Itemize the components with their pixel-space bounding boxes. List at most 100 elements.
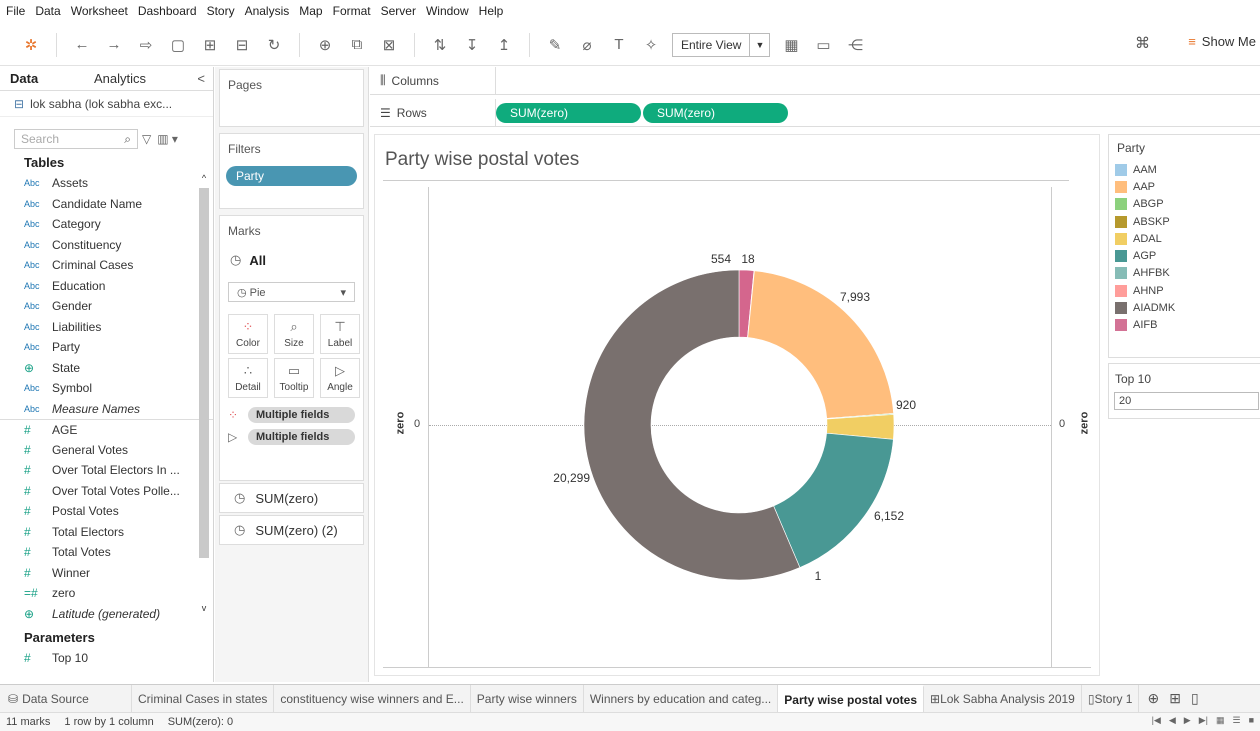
field-candidate-name[interactable]: Abc Candidate Name	[0, 194, 213, 215]
legend-item-aap[interactable]: AAP	[1109, 178, 1260, 195]
menu-item-map[interactable]: Map	[299, 4, 322, 18]
save-icon[interactable]: ▢	[167, 36, 189, 54]
rows-shelf[interactable]: ☰ Rows SUM(zero) SUM(zero)	[370, 98, 1260, 127]
legend-item-ahnp[interactable]: AHNP	[1109, 282, 1260, 299]
field-liabilities[interactable]: Abc Liabilities	[0, 317, 213, 338]
menu-item-format[interactable]: Format	[333, 4, 371, 18]
first-page-icon[interactable]: |◀	[1152, 715, 1161, 726]
field-measure-names[interactable]: Abc Measure Names	[0, 399, 213, 420]
swap-icon[interactable]: ⇅	[429, 36, 451, 54]
tab-analytics[interactable]: Analytics	[70, 71, 187, 86]
parameter-item[interactable]: # Top 10	[0, 648, 213, 669]
field-constituency[interactable]: Abc Constituency	[0, 235, 213, 256]
columns-shelf[interactable]: ⫼ Columns	[370, 66, 1260, 95]
detail-button[interactable]: ∴ Detail	[228, 358, 268, 398]
legend-item-abskp[interactable]: ABSKP	[1109, 213, 1260, 230]
field-category[interactable]: Abc Category	[0, 214, 213, 235]
menu-item-server[interactable]: Server	[381, 4, 416, 18]
pie-slice-aap[interactable]	[747, 270, 894, 419]
list-view-icon[interactable]: ☰	[1232, 715, 1240, 726]
filter-pill-party[interactable]: Party	[226, 166, 357, 186]
field-party[interactable]: Abc Party	[0, 337, 213, 358]
highlight-icon[interactable]: ✎	[544, 36, 566, 54]
field-total-electors[interactable]: # Total Electors	[0, 522, 213, 543]
new-worksheet-icon[interactable]: ⊕	[1147, 690, 1159, 707]
share-icon[interactable]: ⋲	[844, 36, 866, 54]
menu-item-help[interactable]: Help	[479, 4, 504, 18]
field-symbol[interactable]: Abc Symbol	[0, 378, 213, 399]
redo-icon[interactable]: →	[103, 36, 125, 53]
pages-shelf[interactable]: Pages	[219, 69, 364, 127]
next-page-icon[interactable]: ▶	[1184, 715, 1191, 726]
field-gender[interactable]: Abc Gender	[0, 296, 213, 317]
scroll-down-icon[interactable]: v	[199, 603, 209, 613]
rows-pill-sum-zero[interactable]: SUM(zero)	[496, 102, 641, 123]
field-general-votes[interactable]: # General Votes	[0, 440, 213, 461]
legend-item-aiadmk[interactable]: AIADMK	[1109, 299, 1260, 316]
pause-icon[interactable]: ⇨	[135, 36, 157, 54]
field-criminal-cases[interactable]: Abc Criminal Cases	[0, 255, 213, 276]
show-me-button[interactable]: ≡ Show Me	[1188, 34, 1256, 49]
legend-item-aam[interactable]: AAM	[1109, 161, 1260, 178]
sheet-tab[interactable]: Winners by education and categ...	[584, 684, 779, 713]
marks-all-row[interactable]: ◷ All	[220, 246, 363, 274]
mark-type-select[interactable]: ◷ Pie ▾	[228, 282, 355, 302]
refresh-icon[interactable]: ↻	[263, 36, 285, 54]
filmstrip-icon[interactable]: ■	[1249, 715, 1254, 726]
grid-view-icon[interactable]: ▦	[1216, 715, 1225, 726]
color-button[interactable]: ⁘ Color	[228, 314, 268, 354]
datasource-dropdown-icon[interactable]: ⊟	[231, 36, 253, 54]
presentation-icon[interactable]: ▭	[812, 36, 834, 54]
sheet-tab[interactable]: Criminal Cases in states	[132, 684, 275, 713]
color-field-pill[interactable]: ⁘ Multiple fields	[228, 405, 355, 424]
menu-item-dashboard[interactable]: Dashboard	[138, 4, 197, 18]
parameter-input[interactable]: 20	[1114, 392, 1259, 410]
fit-icon[interactable]: ▦	[780, 36, 802, 54]
field-list-scrollbar[interactable]: ^ v	[199, 173, 209, 613]
menu-item-window[interactable]: Window	[426, 4, 469, 18]
sheet-tab[interactable]: ▯ Story 1	[1082, 684, 1140, 713]
filters-shelf[interactable]: Filters Party	[219, 133, 364, 209]
group-icon[interactable]: ⌀	[576, 36, 598, 54]
legend-item-aifb[interactable]: AIFB	[1109, 317, 1260, 334]
menu-item-worksheet[interactable]: Worksheet	[71, 4, 128, 18]
field-winner[interactable]: # Winner	[0, 563, 213, 584]
tooltip-button[interactable]: ▭ Tooltip	[274, 358, 314, 398]
field-over-total-electors-in[interactable]: # Over Total Electors In ...	[0, 460, 213, 481]
new-dashboard-icon[interactable]: ⊞	[1169, 690, 1181, 707]
pin-icon[interactable]: ✧	[640, 36, 662, 54]
sheet-tab[interactable]: constituency wise winners and E...	[274, 684, 471, 713]
binoculars-icon[interactable]: ⌘	[1135, 34, 1150, 52]
label-button[interactable]: ⊤ Label	[320, 314, 360, 354]
field-zero[interactable]: =# zero	[0, 583, 213, 604]
duplicate-icon[interactable]: ⧉	[346, 36, 368, 53]
scroll-thumb[interactable]	[199, 188, 209, 558]
menu-item-story[interactable]: Story	[207, 4, 235, 18]
menu-item-data[interactable]: Data	[35, 4, 60, 18]
sort-asc-icon[interactable]: ↧	[461, 36, 483, 54]
sheet-tab[interactable]: Party wise postal votes	[778, 684, 925, 713]
marks-sum-zero[interactable]: ◷ SUM(zero)	[219, 483, 364, 513]
tableau-logo-icon[interactable]: ✲	[20, 36, 42, 54]
new-story-icon[interactable]: ▯	[1191, 690, 1199, 707]
undo-icon[interactable]: ←	[71, 36, 93, 53]
field-age[interactable]: # AGE	[0, 419, 213, 440]
prev-page-icon[interactable]: ◀	[1169, 715, 1176, 726]
field-over-total-votes-polle[interactable]: # Over Total Votes Polle...	[0, 481, 213, 502]
field-postal-votes[interactable]: # Postal Votes	[0, 501, 213, 522]
clear-sheet-icon[interactable]: ⊠	[378, 36, 400, 54]
new-worksheet-icon[interactable]: ⊕	[314, 36, 336, 54]
legend-item-abgp[interactable]: ABGP	[1109, 196, 1260, 213]
legend-item-adal[interactable]: ADAL	[1109, 230, 1260, 247]
angle-button[interactable]: ▷ Angle	[320, 358, 360, 398]
menu-item-analysis[interactable]: Analysis	[245, 4, 290, 18]
donut-chart[interactable]: 554 18 7,993 920 6,152 1 20,299	[375, 135, 1101, 677]
sort-desc-icon[interactable]: ↥	[493, 36, 515, 54]
legend-item-ahfbk[interactable]: AHFBK	[1109, 265, 1260, 282]
view-size-select[interactable]: Entire View ▼	[672, 32, 771, 57]
angle-field-pill[interactable]: ▷ Multiple fields	[228, 427, 355, 446]
last-page-icon[interactable]: ▶|	[1199, 715, 1208, 726]
sheet-tab[interactable]: Party wise winners	[471, 684, 584, 713]
tab-data[interactable]: Data	[0, 71, 70, 86]
menu-item-file[interactable]: File	[6, 4, 25, 18]
